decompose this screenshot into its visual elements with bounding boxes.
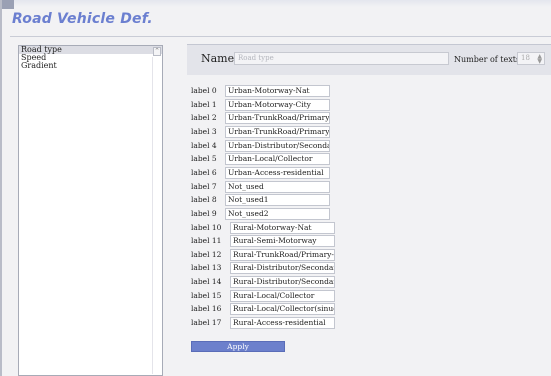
label-name: label 14: [191, 277, 222, 287]
window-title: Road Vehicle Def.: [12, 11, 153, 27]
label-value-input[interactable]: Urban-Distributor/Secondar: [225, 139, 330, 152]
category-list[interactable]: Road type Speed Gradient ⌃: [18, 45, 163, 376]
label-row: label 0 Urban-Motorway-Nat: [191, 85, 341, 97]
label-row: label 7 Not_used: [191, 180, 341, 193]
apply-button[interactable]: Apply: [191, 341, 285, 352]
scroll-up-icon[interactable]: ⌃: [153, 47, 161, 56]
label-row: label 6 Urban-Access-residential: [191, 166, 341, 179]
window-corner: [2, 0, 14, 9]
label-row: label 3 Urban-TrunkRoad/Primary-: [191, 125, 341, 138]
label-value-input[interactable]: Rural-Local/Collector(sinuo: [230, 303, 335, 316]
label-name: label 17: [191, 318, 222, 328]
label-row: label 5 Urban-Local/Collector: [191, 153, 341, 166]
label-value-input[interactable]: Rural-TrunkRoad/Primary-N: [230, 248, 335, 261]
label-row: label 16 Rural-Local/Collector(sinuo: [191, 303, 341, 316]
label-name: label 2: [191, 113, 217, 123]
label-row: label 2 Urban-TrunkRoad/Primary-: [191, 112, 341, 125]
label-row: label 13 Rural-Distributor/Secondary: [191, 262, 341, 275]
label-value-input[interactable]: Rural-Access-residential: [230, 317, 335, 330]
list-item-gradient[interactable]: Gradient: [19, 62, 162, 70]
label-row: label 8 Not_used1: [191, 194, 341, 207]
label-name: label 4: [191, 140, 217, 150]
label-name: label 7: [191, 181, 217, 191]
label-row: label 12 Rural-TrunkRoad/Primary-N: [191, 248, 341, 261]
number-of-texts-value: 18: [521, 54, 530, 62]
label-row: label 14 Rural-Distributor/Secondary: [191, 276, 341, 289]
label-row: label 11 Rural-Semi-Motorway: [191, 235, 341, 248]
label-value-input[interactable]: Rural-Distributor/Secondary: [230, 276, 335, 289]
label-value-input[interactable]: Urban-Motorway-City: [225, 98, 330, 111]
label-value-input[interactable]: Not_used1: [225, 194, 330, 207]
title-divider: [10, 36, 551, 37]
label-value-input[interactable]: Rural-Distributor/Secondary: [230, 262, 335, 275]
label-value-input[interactable]: Urban-TrunkRoad/Primary-: [225, 112, 330, 125]
label-value-input[interactable]: Urban-Access-residential: [225, 166, 330, 179]
label-name: label 1: [191, 99, 217, 109]
number-of-texts-spinner[interactable]: 18 ▲ ▼: [517, 52, 545, 65]
label-value-input[interactable]: Not_used2: [225, 207, 330, 220]
number-of-texts-label: Number of texts: [454, 55, 521, 64]
label-value-input[interactable]: Rural-Motorway-Nat: [230, 221, 335, 234]
label-name: label 10: [191, 222, 222, 232]
label-name: label 5: [191, 154, 217, 164]
label-value-input[interactable]: Rural-Local/Collector: [230, 289, 335, 302]
label-name: label 15: [191, 290, 222, 300]
label-name: label 12: [191, 249, 222, 259]
label-row: label 9 Not_used2: [191, 207, 341, 220]
label-name: label 13: [191, 263, 222, 273]
spinner-arrows-icon[interactable]: ▲ ▼: [537, 54, 542, 65]
label-row: label 17 Rural-Access-residential: [191, 317, 341, 330]
label-value-input[interactable]: Urban-Local/Collector: [225, 153, 330, 166]
name-label: Name: [201, 52, 235, 65]
label-name: label 9: [191, 208, 217, 218]
label-value-input[interactable]: Not_used: [225, 180, 330, 193]
label-row: label 10 Rural-Motorway-Nat: [191, 221, 341, 234]
label-row: label 1 Urban-Motorway-City: [191, 98, 341, 111]
label-value-input[interactable]: Rural-Semi-Motorway: [230, 235, 335, 248]
label-name: label 6: [191, 167, 217, 177]
label-value-input[interactable]: Urban-TrunkRoad/Primary-: [225, 125, 330, 138]
label-row: label 4 Urban-Distributor/Secondar: [191, 139, 341, 152]
app-window: Road Vehicle Def. Road type Speed Gradie…: [0, 0, 551, 376]
list-scrollbar[interactable]: [152, 57, 161, 374]
label-name: label 16: [191, 304, 222, 314]
label-name: label 8: [191, 195, 217, 205]
label-name: label 3: [191, 126, 217, 136]
top-strip: [2, 0, 551, 7]
name-input[interactable]: Road type: [234, 52, 449, 65]
label-value-input[interactable]: Urban-Motorway-Nat: [225, 85, 330, 97]
label-row: label 15 Rural-Local/Collector: [191, 289, 341, 302]
label-name: label 0: [191, 86, 217, 95]
label-name: label 11: [191, 236, 222, 246]
